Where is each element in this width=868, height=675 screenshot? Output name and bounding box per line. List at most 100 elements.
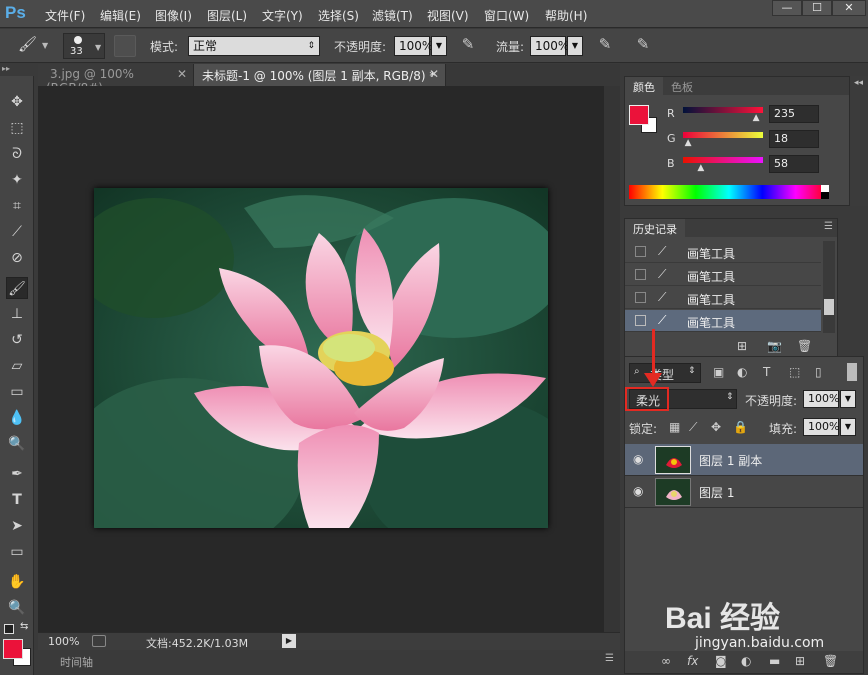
- filter-toggle[interactable]: [847, 363, 857, 381]
- path-select-tool-icon[interactable]: ➤: [6, 515, 28, 537]
- link-layers-icon[interactable]: ∞: [661, 654, 671, 668]
- collapse-arrows-icon[interactable]: ▸▸: [0, 64, 34, 76]
- new-layer-icon[interactable]: ⊞: [795, 654, 805, 668]
- channel-r-slider[interactable]: [683, 107, 763, 113]
- fill-field[interactable]: 100%: [803, 418, 839, 436]
- pressure-opacity-icon[interactable]: ✎: [457, 35, 479, 57]
- history-snapshot-checkbox[interactable]: [635, 269, 646, 280]
- new-document-from-state-icon[interactable]: ⊞: [737, 339, 747, 353]
- layer-opacity-field[interactable]: 100%: [803, 390, 839, 408]
- close-tab-icon[interactable]: ✕: [429, 67, 439, 81]
- tab-3jpg[interactable]: 3.jpg @ 100%(RGB/8#) ✕: [38, 64, 194, 95]
- layer-name[interactable]: 图层 1 副本: [699, 452, 762, 469]
- layer-filter-select[interactable]: ⌕ 类型 ⇕: [629, 363, 701, 383]
- timeline-label[interactable]: 时间轴: [60, 654, 93, 670]
- document-canvas[interactable]: [94, 188, 548, 528]
- menu-edit[interactable]: 编辑(E): [100, 7, 141, 24]
- menu-layer[interactable]: 图层(L): [207, 7, 247, 24]
- stamp-tool-icon[interactable]: ⊥: [6, 303, 28, 325]
- layer-row[interactable]: ◉ 图层 1: [625, 476, 863, 508]
- adjustment-layer-icon[interactable]: ◐: [741, 654, 751, 668]
- pen-tool-icon[interactable]: ✒: [6, 463, 28, 485]
- slider-thumb-icon[interactable]: ▲: [753, 113, 760, 123]
- lock-position-icon[interactable]: ✥: [711, 420, 721, 434]
- lasso-tool-icon[interactable]: ᘐ: [6, 143, 28, 165]
- history-item[interactable]: ⟋ 画笔工具: [625, 287, 821, 309]
- lock-transparent-icon[interactable]: ▦: [669, 420, 680, 434]
- move-tool-icon[interactable]: ✥: [6, 91, 28, 113]
- foreground-color-swatch[interactable]: [629, 105, 649, 125]
- trash-icon[interactable]: 🗑: [797, 339, 812, 353]
- layer-row-selected[interactable]: ◉ 图层 1 副本: [625, 444, 863, 476]
- opacity-dropdown-arrow-icon[interactable]: ▼: [431, 36, 447, 56]
- quick-select-tool-icon[interactable]: ✦: [6, 169, 28, 191]
- menu-window[interactable]: 窗口(W): [484, 7, 529, 24]
- channel-b-value[interactable]: 58: [769, 155, 819, 173]
- brush-panel-toggle-icon[interactable]: [114, 35, 136, 57]
- shape-tool-icon[interactable]: ▭: [6, 541, 28, 563]
- menu-view[interactable]: 视图(V): [427, 7, 469, 24]
- eraser-tool-icon[interactable]: ▱: [6, 355, 28, 377]
- fx-icon[interactable]: fx: [687, 654, 698, 668]
- swap-colors-icon[interactable]: ⇆: [20, 621, 28, 632]
- foreground-color-swatch[interactable]: [3, 639, 23, 659]
- chevron-down-icon[interactable]: ▼: [840, 418, 856, 436]
- zoom-level[interactable]: 100%: [48, 635, 79, 648]
- history-brush-tool-icon[interactable]: ↺: [6, 329, 28, 351]
- collapse-arrows-icon[interactable]: ◂◂: [854, 78, 863, 88]
- brush-picker[interactable]: 33 ▼: [63, 33, 105, 59]
- tab-history[interactable]: 历史记录: [625, 219, 685, 237]
- menu-filter[interactable]: 滤镜(T): [372, 7, 413, 24]
- tab-color[interactable]: 颜色: [625, 77, 663, 95]
- pressure-size-icon[interactable]: ✎: [632, 35, 654, 57]
- channel-r-value[interactable]: 235: [769, 105, 819, 123]
- brush-tool-preset-icon[interactable]: 🖌: [18, 35, 40, 57]
- mode-select[interactable]: 正常 ⇕: [188, 36, 320, 56]
- pixel-layer-filter-icon[interactable]: ▣: [713, 365, 724, 379]
- panel-menu-icon[interactable]: ☰: [824, 221, 833, 232]
- healing-tool-icon[interactable]: ⊘: [6, 247, 28, 269]
- close-window-button[interactable]: ✕: [832, 0, 866, 16]
- layer-name[interactable]: 图层 1: [699, 484, 734, 501]
- lock-pixels-icon[interactable]: ⟋: [689, 420, 697, 435]
- menu-type[interactable]: 文字(Y): [262, 7, 303, 24]
- maximize-button[interactable]: ☐: [802, 0, 832, 16]
- menu-image[interactable]: 图像(I): [155, 7, 192, 24]
- close-tab-icon[interactable]: ✕: [177, 67, 187, 81]
- history-item[interactable]: ⟋ 画笔工具: [625, 264, 821, 286]
- channel-g-slider[interactable]: [683, 132, 763, 138]
- tab-untitled-1[interactable]: 未标题-1 @ 100% (图层 1 副本, RGB/8) * ✕: [194, 64, 446, 86]
- menu-help[interactable]: 帮助(H): [545, 7, 587, 24]
- menu-file[interactable]: 文件(F): [45, 7, 85, 24]
- lock-all-icon[interactable]: 🔒: [733, 420, 748, 434]
- scrollbar-thumb[interactable]: [824, 299, 834, 315]
- flow-dropdown-arrow-icon[interactable]: ▼: [567, 36, 583, 56]
- panel-menu-icon[interactable]: ☰: [605, 653, 614, 664]
- history-snapshot-checkbox[interactable]: [635, 292, 646, 303]
- marquee-tool-icon[interactable]: ⬚: [6, 117, 28, 139]
- layer-mask-icon[interactable]: ◙: [715, 654, 727, 668]
- flow-field[interactable]: 100%: [530, 36, 569, 56]
- minimize-button[interactable]: —: [772, 0, 802, 16]
- eyedropper-tool-icon[interactable]: ⟋: [6, 221, 28, 243]
- chevron-down-icon[interactable]: ▼: [42, 41, 50, 50]
- dodge-tool-icon[interactable]: 🔍: [6, 433, 28, 455]
- tab-swatches[interactable]: 色板: [663, 77, 701, 95]
- chevron-down-icon[interactable]: ▼: [840, 390, 856, 408]
- hand-tool-icon[interactable]: ✋: [6, 571, 28, 593]
- smart-object-filter-icon[interactable]: ▯: [815, 365, 822, 379]
- channel-b-slider[interactable]: [683, 157, 763, 163]
- eye-icon[interactable]: ◉: [633, 452, 643, 466]
- camera-icon[interactable]: 📷: [767, 339, 782, 353]
- channel-g-value[interactable]: 18: [769, 130, 819, 148]
- history-item[interactable]: ⟋ 画笔工具: [625, 241, 821, 263]
- status-icon[interactable]: [92, 635, 106, 647]
- canvas-area[interactable]: [38, 86, 604, 632]
- history-scrollbar[interactable]: [823, 241, 835, 333]
- gradient-tool-icon[interactable]: ▭: [6, 381, 28, 403]
- slider-thumb-icon[interactable]: ▲: [685, 138, 692, 148]
- shape-filter-icon[interactable]: ⬚: [789, 365, 800, 379]
- type-tool-icon[interactable]: T: [6, 489, 28, 511]
- history-snapshot-checkbox[interactable]: [635, 246, 646, 257]
- crop-tool-icon[interactable]: ⌗: [6, 195, 28, 217]
